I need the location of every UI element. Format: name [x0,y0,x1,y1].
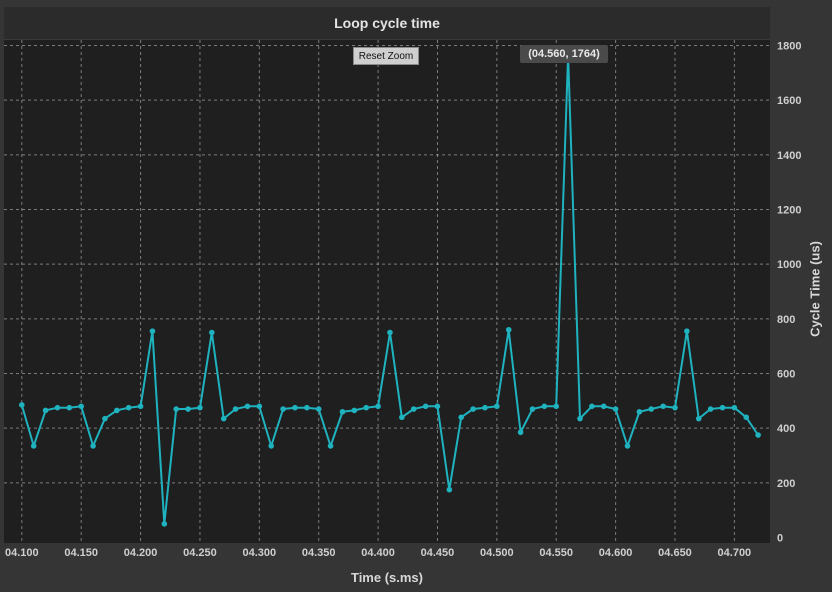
axis-layer: 04.100 04.150 04.200 04.250 04.300 04.350 04.4… [5,40,801,559]
data-point [125,404,132,411]
data-point [387,329,393,336]
data-point [78,403,84,410]
data-point [256,403,263,410]
y-tick-label: 1000 [777,259,801,271]
data-point [612,406,619,412]
data-point [114,407,120,414]
data-point [541,403,548,410]
y-tick-label: 800 [777,314,795,326]
data-point [375,403,381,410]
data-point [517,429,524,436]
data-point [315,406,322,412]
data-point [327,443,334,449]
x-tick-label: 04.200 [124,547,158,559]
data-point [458,414,465,421]
x-tick-label: 04.650 [658,547,692,559]
y-tick-label: 1600 [777,95,801,107]
y-axis-label: Cycle Time (us) [807,241,823,337]
data-point [161,521,168,527]
data-point [339,408,346,415]
x-tick-label: 04.400 [361,547,395,559]
data-point [268,443,275,449]
data-point [600,403,607,410]
data-point [684,328,690,334]
data-point [529,406,536,412]
x-tick-label: 04.550 [539,547,573,559]
data-point [434,403,441,410]
x-tick-label: 04.700 [718,547,752,559]
data-point [755,432,761,438]
data-point [672,404,678,411]
y-tick-label: 1400 [777,150,801,162]
data-point [624,443,631,449]
data-point [707,406,714,412]
data-point [209,329,215,336]
data-point [577,415,583,422]
y-tick-label: 600 [777,369,795,381]
data-point [470,406,476,412]
data-point [422,403,429,410]
data-point [149,328,156,334]
x-tick-label: 04.450 [421,547,455,559]
data-point [719,404,726,411]
data-point [304,404,310,411]
y-tick-label: 200 [777,478,795,490]
x-tick-label: 04.100 [5,547,39,559]
data-point [173,406,180,412]
series-layer [19,50,761,527]
data-point [505,326,512,333]
x-tick-label: 04.500 [480,547,514,559]
data-point [185,406,191,412]
data-point [137,403,144,410]
y-tick-label: 1200 [777,204,801,216]
y-tick-label: 1800 [777,40,801,52]
point-tooltip: (04.560, 1764) [520,45,608,63]
grid-layer [4,40,770,543]
reset-zoom-button[interactable]: Reset Zoom [353,47,419,65]
data-point [553,403,560,410]
data-point [42,407,49,414]
x-axis-label: Time (s.ms) [350,570,423,585]
data-point [280,406,286,412]
series-line [20,54,759,525]
data-point [482,404,488,411]
data-point [232,406,239,412]
data-point [589,403,595,410]
data-point [102,415,108,422]
data-point [494,403,500,410]
data-point [695,415,702,422]
y-tick-label: 0 [777,533,783,545]
data-point [90,443,96,449]
x-tick-label: 04.600 [599,547,633,559]
data-point [244,403,251,410]
data-point [648,406,655,412]
y-tick-label: 400 [777,423,795,435]
data-point [410,406,417,412]
x-tick-label: 04.300 [243,547,277,559]
data-point [446,486,453,493]
data-point [66,404,73,411]
x-tick-label: 04.150 [64,547,98,559]
data-point [220,415,227,422]
data-point [731,404,738,411]
data-point [636,408,643,415]
chart-plot[interactable]: 04.100 04.150 04.200 04.250 04.300 04.350 04.4… [0,0,832,592]
data-point [743,414,750,421]
data-point [197,404,203,411]
data-point [30,443,37,449]
data-point [351,407,358,414]
data-point [54,404,61,411]
data-point [363,404,370,411]
x-tick-label: 04.350 [302,547,336,559]
data-point [399,414,405,421]
data-point [660,403,666,410]
x-tick-label: 04.250 [183,547,217,559]
data-point [292,404,298,411]
data-point [19,402,25,408]
